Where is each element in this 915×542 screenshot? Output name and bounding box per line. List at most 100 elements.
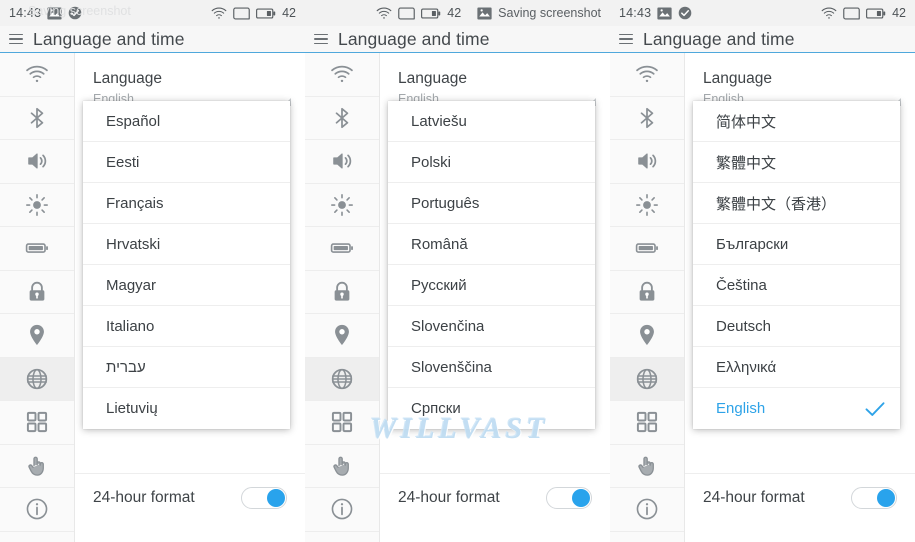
- language-option[interactable]: Deutsch: [693, 306, 900, 347]
- sidebar-item-globe[interactable]: [0, 357, 74, 401]
- language-option[interactable]: Slovenčina: [388, 306, 595, 347]
- language-option[interactable]: Română: [388, 224, 595, 265]
- language-dropdown[interactable]: Español Eesti Français Hrvatski Magyar Italia…: [83, 101, 290, 429]
- battery-icon: [329, 235, 355, 261]
- hamburger-menu-icon[interactable]: [619, 33, 633, 45]
- status-bar: 14:43 42: [610, 0, 915, 26]
- language-dropdown[interactable]: Latviešu Polski Português Română Русский Slov…: [388, 101, 595, 429]
- battery-icon: [24, 235, 50, 261]
- sidebar-item-wifi[interactable]: [305, 53, 379, 97]
- language-setting-row[interactable]: Language English: [75, 53, 305, 108]
- sidebar-item-lock[interactable]: [305, 271, 379, 314]
- sidebar-item-volume[interactable]: [0, 140, 74, 184]
- hour-format-toggle[interactable]: [546, 486, 592, 509]
- brightness-icon: [634, 192, 660, 218]
- sidebar-item-info[interactable]: [305, 488, 379, 532]
- sidebar-item-globe[interactable]: [610, 357, 684, 401]
- sidebar-item-wifi[interactable]: [610, 53, 684, 97]
- sidebar-item-apps-grid[interactable]: [305, 401, 379, 445]
- language-option-label: 简体中文: [716, 113, 777, 131]
- sidebar-item-bluetooth[interactable]: [305, 97, 379, 140]
- language-setting-title: Language: [398, 70, 467, 87]
- language-option[interactable]: 繁體中文: [693, 142, 900, 183]
- sidebar-item-lock[interactable]: [610, 271, 684, 314]
- sidebar-item-brightness[interactable]: [305, 184, 379, 227]
- toggle-knob: [877, 488, 895, 507]
- language-option[interactable]: Português: [388, 183, 595, 224]
- hour-format-row[interactable]: 24-hour format: [380, 473, 610, 521]
- language-option[interactable]: עברית: [83, 347, 290, 388]
- sidebar-item-brightness[interactable]: [610, 184, 684, 227]
- language-option[interactable]: Lietuvių: [83, 388, 290, 429]
- bluetooth-icon: [329, 105, 355, 131]
- sidebar-item-battery[interactable]: [305, 227, 379, 271]
- hour-format-toggle[interactable]: [241, 486, 287, 509]
- sim-status-icon: [398, 7, 416, 20]
- language-option[interactable]: Български: [693, 224, 900, 265]
- sidebar-item-wifi[interactable]: [0, 53, 74, 97]
- hamburger-menu-icon[interactable]: [314, 33, 328, 45]
- language-setting-row[interactable]: Language English: [380, 53, 610, 108]
- language-option-label: Deutsch: [716, 317, 772, 335]
- language-option[interactable]: Français: [83, 183, 290, 224]
- sidebar-item-hand-pointer[interactable]: [610, 445, 684, 488]
- hour-format-row[interactable]: 24-hour format: [685, 473, 915, 521]
- language-option[interactable]: Español: [83, 101, 290, 142]
- sidebar-item-info[interactable]: [0, 488, 74, 532]
- sidebar-item-hand-pointer[interactable]: [305, 445, 379, 488]
- check-circle-icon: [678, 6, 692, 20]
- sidebar-item-apps-grid[interactable]: [0, 401, 74, 445]
- language-option[interactable]: Latviešu: [388, 101, 595, 142]
- settings-body: Language English 简体中文 繁體中文 繁體中文（香港） Български…: [610, 53, 915, 542]
- language-option[interactable]: Polski: [388, 142, 595, 183]
- wifi-icon: [329, 61, 355, 87]
- hour-format-row[interactable]: 24-hour format: [75, 473, 305, 521]
- sidebar-item-info[interactable]: [610, 488, 684, 532]
- language-option[interactable]: Eesti: [83, 142, 290, 183]
- language-option[interactable]: Ελληνικά: [693, 347, 900, 388]
- hour-format-toggle[interactable]: [851, 486, 897, 509]
- settings-content: Language English Español Eesti Français Hrvat…: [75, 53, 305, 542]
- sidebar-item-location-pin[interactable]: [0, 314, 74, 358]
- sidebar-item-location-pin[interactable]: [610, 314, 684, 358]
- language-option[interactable]: Čeština: [693, 265, 900, 306]
- sidebar-item-bluetooth[interactable]: [610, 97, 684, 140]
- sidebar-item-battery[interactable]: [610, 227, 684, 271]
- language-option[interactable]: English: [693, 388, 900, 429]
- battery-status-icon: [866, 7, 886, 20]
- sidebar-item-globe[interactable]: [305, 357, 379, 401]
- language-option[interactable]: Hrvatski: [83, 224, 290, 265]
- language-option-label: עברית: [106, 358, 146, 376]
- apps-grid-icon: [329, 409, 355, 435]
- language-option-label: Slovenščina: [411, 358, 492, 376]
- language-option-label: Português: [411, 194, 480, 212]
- language-option[interactable]: Italiano: [83, 306, 290, 347]
- language-option[interactable]: Magyar: [83, 265, 290, 306]
- language-option[interactable]: 简体中文: [693, 101, 900, 142]
- language-setting-title: Language: [703, 70, 772, 87]
- language-setting-row[interactable]: Language English: [685, 53, 915, 108]
- language-option[interactable]: Српски: [388, 388, 595, 429]
- check-circle-icon: [68, 6, 82, 20]
- toggle-knob: [572, 488, 590, 507]
- settings-content: Language English 简体中文 繁體中文 繁體中文（香港） Български…: [685, 53, 915, 542]
- sidebar-item-location-pin[interactable]: [305, 314, 379, 358]
- globe-icon: [634, 366, 660, 392]
- language-dropdown[interactable]: 简体中文繁體中文 繁體中文（香港） Български Čeština Deutsch Ε…: [693, 101, 900, 429]
- sidebar-item-volume[interactable]: [305, 140, 379, 184]
- sidebar-item-battery[interactable]: [0, 227, 74, 271]
- language-option[interactable]: Slovenščina: [388, 347, 595, 388]
- language-option[interactable]: 繁體中文（香港）: [693, 183, 900, 224]
- sidebar-item-brightness[interactable]: [0, 184, 74, 227]
- language-option[interactable]: Русский: [388, 265, 595, 306]
- hamburger-menu-icon[interactable]: [9, 33, 23, 45]
- language-option-label: Русский: [411, 276, 467, 294]
- settings-sidebar: [305, 53, 380, 542]
- wifi-status-icon: [821, 6, 837, 20]
- sidebar-item-apps-grid[interactable]: [610, 401, 684, 445]
- sidebar-item-bluetooth[interactable]: [0, 97, 74, 140]
- sidebar-item-hand-pointer[interactable]: [0, 445, 74, 488]
- sidebar-item-volume[interactable]: [610, 140, 684, 184]
- language-option-label: Română: [411, 235, 468, 253]
- sidebar-item-lock[interactable]: [0, 271, 74, 314]
